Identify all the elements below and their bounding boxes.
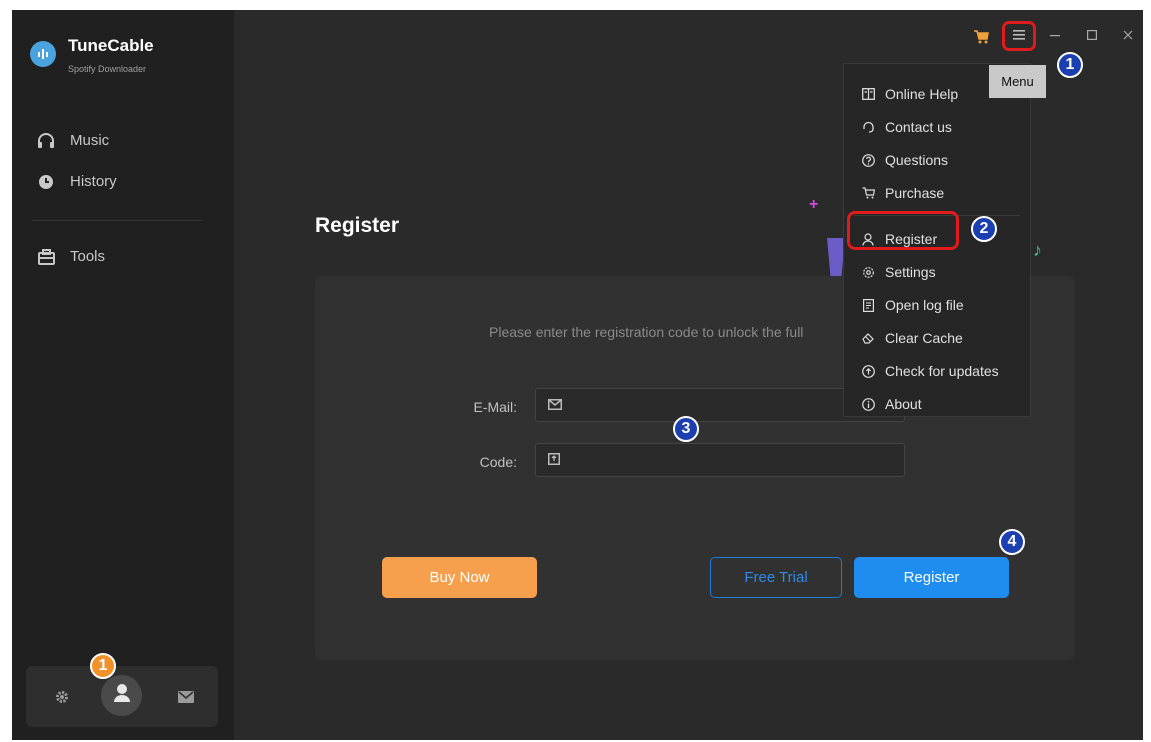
sidebar-item-tools[interactable]: Tools xyxy=(36,248,105,265)
sidebar-item-history[interactable]: History xyxy=(36,173,117,190)
toolbox-icon xyxy=(36,248,56,265)
annotation-badge-1: 1 xyxy=(1057,52,1083,78)
menu-item-open-log-file[interactable]: Open log file xyxy=(860,297,964,313)
annotation-badge-3: 3 xyxy=(673,416,699,442)
annotation-badge-4: 4 xyxy=(999,529,1025,555)
menu-item-online-help[interactable]: Online Help xyxy=(860,86,958,102)
cart-icon[interactable] xyxy=(972,27,990,45)
register-instruction: Please enter the registration code to un… xyxy=(489,324,804,340)
code-label: Code: xyxy=(479,454,517,470)
cart-icon xyxy=(860,187,876,199)
sidebar-item-music[interactable]: Music xyxy=(36,132,109,149)
app-window: TuneCable Spotify Downloader Music Histo… xyxy=(12,10,1143,740)
close-icon[interactable] xyxy=(1121,28,1135,42)
register-button[interactable]: Register xyxy=(854,557,1009,598)
annotation-badge-bottom: 1 xyxy=(90,653,116,679)
email-label: E-Mail: xyxy=(473,399,517,415)
annotation-badge-2: 2 xyxy=(971,216,997,242)
free-trial-button[interactable]: Free Trial xyxy=(710,557,842,598)
app-subtitle: Spotify Downloader xyxy=(68,64,147,74)
menu-item-about[interactable]: About xyxy=(860,396,922,412)
app-title: TuneCable xyxy=(68,36,154,55)
maximize-icon[interactable] xyxy=(1085,28,1099,42)
menu-item-clear-cache[interactable]: Clear Cache xyxy=(860,330,963,346)
menu-item-label: Questions xyxy=(885,152,949,168)
menu-item-questions[interactable]: Questions xyxy=(860,152,948,168)
menu-item-settings[interactable]: Settings xyxy=(860,264,936,280)
menu-item-check-for-updates[interactable]: Check for updates xyxy=(860,363,999,379)
user-icon xyxy=(113,683,131,708)
menu-item-label: Online Help xyxy=(885,86,959,102)
app-logo-icon xyxy=(30,41,56,67)
menu-item-label: Check for updates xyxy=(885,363,999,379)
sidebar: TuneCable Spotify Downloader Music Histo… xyxy=(12,10,234,740)
menu-item-label: Contact us xyxy=(885,119,952,135)
menu-item-label: Purchase xyxy=(885,185,945,201)
user-avatar-button[interactable] xyxy=(101,675,142,716)
hamburger-icon xyxy=(1013,27,1025,45)
book-icon xyxy=(860,88,876,100)
menu-item-label: Clear Cache xyxy=(885,330,963,346)
update-icon xyxy=(860,364,876,378)
eraser-icon xyxy=(860,332,876,344)
buy-now-button[interactable]: Buy Now xyxy=(382,557,537,598)
menu-item-purchase[interactable]: Purchase xyxy=(860,185,944,201)
headset-icon xyxy=(860,121,876,134)
menu-tooltip: Menu xyxy=(989,65,1046,98)
menu-item-label: Open log file xyxy=(885,297,964,313)
sparkle-icon: + xyxy=(809,196,819,213)
music-note-icon: ♪ xyxy=(1033,240,1042,260)
page-title: Register xyxy=(315,214,400,237)
file-icon xyxy=(860,298,876,312)
gear-icon[interactable] xyxy=(52,666,72,727)
key-icon xyxy=(548,452,560,468)
clock-icon xyxy=(36,174,56,190)
sidebar-divider xyxy=(32,220,202,221)
menu-item-label: Settings xyxy=(885,264,936,280)
gear-icon xyxy=(860,266,876,279)
info-icon xyxy=(860,397,876,411)
menu-item-contact-us[interactable]: Contact us xyxy=(860,119,952,135)
menu-button[interactable] xyxy=(1002,21,1036,51)
headphones-icon xyxy=(36,132,56,149)
mail-icon[interactable] xyxy=(176,666,196,727)
register-highlight-outline xyxy=(847,211,959,250)
sidebar-item-label: History xyxy=(70,173,117,190)
code-field[interactable] xyxy=(535,443,905,477)
menu-item-label: About xyxy=(885,396,922,412)
question-icon xyxy=(860,153,876,167)
sidebar-item-label: Tools xyxy=(70,248,106,265)
sidebar-item-label: Music xyxy=(70,132,110,149)
minimize-icon[interactable] xyxy=(1048,28,1062,42)
mail-icon xyxy=(548,398,562,413)
